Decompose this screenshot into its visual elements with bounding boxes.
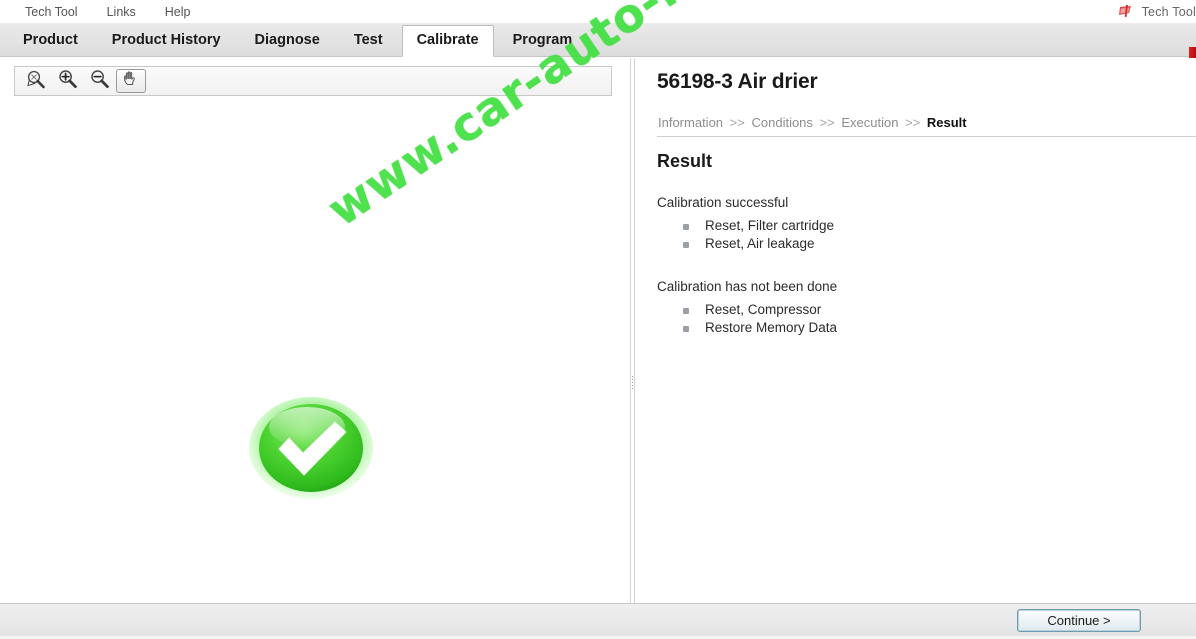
list-item-label: Restore Memory Data bbox=[705, 320, 838, 335]
breadcrumb-conditions[interactable]: Conditions bbox=[751, 115, 812, 130]
breadcrumb-execution[interactable]: Execution bbox=[841, 115, 898, 130]
result-list: Reset, Compressor Restore Memory Data bbox=[657, 301, 837, 337]
menu-help[interactable]: Help bbox=[154, 2, 202, 22]
zoom-out-button[interactable] bbox=[84, 69, 114, 93]
continue-button[interactable]: Continue > bbox=[1017, 609, 1141, 632]
zoom-in-icon bbox=[57, 69, 78, 94]
brand-title: Tech Tool bbox=[1141, 4, 1196, 19]
section-title: Result bbox=[657, 151, 713, 171]
bullet-icon bbox=[683, 326, 689, 332]
zoom-out-icon bbox=[89, 69, 110, 94]
content-pane: 56198-3 Air drier Information >> Conditi… bbox=[637, 58, 1196, 603]
tab-diagnose[interactable]: Diagnose bbox=[240, 25, 335, 56]
tab-product[interactable]: Product bbox=[8, 25, 93, 56]
pan-tool-button[interactable] bbox=[116, 69, 146, 93]
breadcrumb-separator: >> bbox=[819, 115, 835, 130]
page-title: 56198-3 Air drier bbox=[657, 70, 818, 93]
zoom-in-button[interactable] bbox=[52, 69, 82, 93]
pane-splitter[interactable] bbox=[630, 58, 635, 603]
viewer-toolbar bbox=[14, 66, 612, 96]
volvo-flag-logo-icon bbox=[1118, 4, 1135, 19]
menu-bar: Tech Tool Links Help Tech Tool bbox=[0, 0, 1196, 24]
main-tab-bar: Product Product History Diagnose Test Ca… bbox=[0, 23, 1196, 57]
tab-product-history[interactable]: Product History bbox=[97, 25, 236, 56]
result-heading: Calibration successful bbox=[657, 195, 789, 210]
list-item: Reset, Air leakage bbox=[683, 235, 834, 253]
breadcrumb-result: Result bbox=[926, 115, 967, 130]
zoom-to-fit-button[interactable] bbox=[20, 69, 50, 93]
list-item-label: Reset, Filter cartridge bbox=[705, 218, 835, 233]
tab-test[interactable]: Test bbox=[339, 25, 398, 56]
breadcrumb: Information >> Conditions >> Execution >… bbox=[658, 115, 967, 130]
tech-tool-window: Tech Tool Links Help Tech Tool Product P… bbox=[0, 0, 1196, 639]
breadcrumb-separator: >> bbox=[905, 115, 921, 130]
splitter-grip[interactable] bbox=[632, 376, 633, 390]
result-heading: Calibration has not been done bbox=[657, 279, 838, 294]
bullet-icon bbox=[683, 242, 689, 248]
result-block-not-done: Calibration has not been done Reset, Com… bbox=[657, 279, 837, 337]
zoom-to-fit-icon bbox=[25, 69, 46, 94]
tab-program[interactable]: Program bbox=[498, 25, 588, 56]
pan-hand-icon bbox=[121, 69, 142, 94]
list-item-label: Reset, Air leakage bbox=[705, 236, 815, 251]
breadcrumb-separator: >> bbox=[729, 115, 745, 130]
list-item: Restore Memory Data bbox=[683, 319, 837, 337]
brand-area: Tech Tool bbox=[1118, 0, 1196, 23]
tab-calibrate[interactable]: Calibrate bbox=[401, 25, 494, 57]
breadcrumb-information[interactable]: Information bbox=[658, 115, 723, 130]
green-check-success-icon bbox=[247, 397, 375, 501]
list-item-label: Reset, Compressor bbox=[705, 302, 822, 317]
viewer-canvas[interactable] bbox=[0, 102, 630, 602]
result-list: Reset, Filter cartridge Reset, Air leaka… bbox=[657, 217, 834, 253]
menu-tech-tool[interactable]: Tech Tool bbox=[14, 2, 89, 22]
footer-bar: Continue > bbox=[0, 603, 1196, 639]
bullet-icon bbox=[683, 224, 689, 230]
result-block-successful: Calibration successful Reset, Filter car… bbox=[657, 195, 834, 253]
list-item: Reset, Compressor bbox=[683, 301, 837, 319]
list-item: Reset, Filter cartridge bbox=[683, 217, 834, 235]
header-divider bbox=[657, 136, 1196, 137]
viewer-pane bbox=[0, 58, 630, 603]
bullet-icon bbox=[683, 308, 689, 314]
menu-links[interactable]: Links bbox=[96, 2, 147, 22]
